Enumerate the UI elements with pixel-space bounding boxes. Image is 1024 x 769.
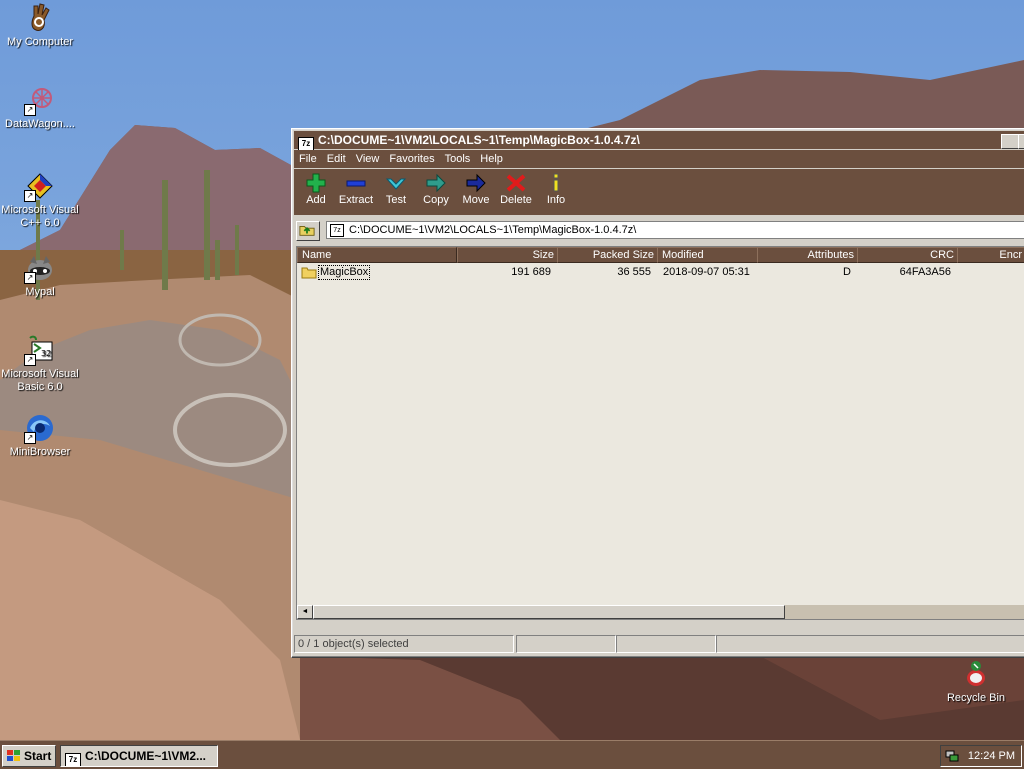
row-packed-size: 36 555 <box>617 266 651 278</box>
toolbar: Add Extract Test Copy Move Delete Info <box>294 169 1024 215</box>
mypal-icon: ↗ <box>24 252 56 284</box>
7z-app-icon: 7z <box>298 137 314 151</box>
copy-arrow-icon <box>426 173 446 193</box>
delete-x-icon <box>506 174 526 192</box>
datawagon-icon: ↗ <box>24 84 56 116</box>
shortcut-arrow-icon: ↗ <box>24 354 36 366</box>
column-crc[interactable]: CRC <box>857 247 959 263</box>
folder-icon <box>301 265 317 284</box>
row-name: MagicBox <box>318 265 371 280</box>
horizontal-scrollbar[interactable]: ◄ <box>297 605 1024 619</box>
scrollbar-thumb[interactable] <box>313 605 785 619</box>
visual-basic-icon: 32 ↗ <box>24 334 56 366</box>
title-bar[interactable]: 7z C:\DOCUME~1\VM2\LOCALS~1\Temp\MagicBox… <box>294 131 1024 151</box>
up-folder-icon <box>299 226 315 236</box>
column-header: Name Size Packed Size Modified Attribute… <box>297 247 1024 263</box>
7z-app-icon: 7z <box>65 753 81 766</box>
desktop-icon-mypal[interactable]: ↗ Mypal <box>0 252 80 299</box>
network-tray-icon[interactable] <box>945 749 959 763</box>
row-modified: 2018-09-07 05:31 <box>663 266 750 278</box>
file-list[interactable]: Name Size Packed Size Modified Attribute… <box>296 246 1024 620</box>
menu-bar: File Edit View Favorites Tools Help <box>294 150 1024 168</box>
column-name[interactable]: Name <box>297 247 457 263</box>
svg-text:32: 32 <box>41 349 51 358</box>
menu-edit[interactable]: Edit <box>322 153 351 165</box>
up-folder-button[interactable] <box>296 221 320 241</box>
menu-file[interactable]: File <box>294 153 322 165</box>
desktop-icon-my-computer[interactable]: My Computer <box>0 2 80 49</box>
address-bar: 7z C:\DOCUME~1\VM2\LOCALS~1\Temp\MagicBo… <box>294 219 1024 241</box>
shortcut-arrow-icon: ↗ <box>24 190 36 202</box>
column-size[interactable]: Size <box>457 247 559 263</box>
row-attributes: D <box>843 266 851 278</box>
recycle-bin-icon <box>960 658 992 690</box>
scroll-left-icon[interactable]: ◄ <box>297 605 313 619</box>
7z-archive-icon: 7z <box>330 224 344 237</box>
desktop-icon-visual-cpp[interactable]: ↗ Microsoft Visual C++ 6.0 <box>0 170 80 230</box>
column-encrypted[interactable]: Encr <box>957 247 1024 263</box>
extract-button[interactable]: Extract <box>336 173 376 206</box>
column-modified[interactable]: Modified <box>657 247 759 263</box>
menu-help[interactable]: Help <box>475 153 508 165</box>
desktop-icon-datawagon[interactable]: ↗ DataWagon.... <box>0 84 80 131</box>
copy-button[interactable]: Copy <box>416 173 456 206</box>
maximize-button[interactable] <box>1018 134 1024 149</box>
check-icon <box>385 178 407 190</box>
desktop-icon-minibrowser[interactable]: ↗ MiniBrowser <box>0 412 80 459</box>
desktop-icon-visual-basic[interactable]: 32 ↗ Microsoft Visual Basic 6.0 <box>0 334 80 394</box>
taskbar: Start 7z C:\DOCUME~1\VM2... 12:24 PM <box>0 740 1024 769</box>
shortcut-arrow-icon: ↗ <box>24 432 36 444</box>
minimize-button[interactable] <box>1001 134 1019 149</box>
status-panel-4 <box>716 635 1024 653</box>
window-title: C:\DOCUME~1\VM2\LOCALS~1\Temp\MagicBox-1… <box>318 133 640 147</box>
clock[interactable]: 12:24 PM <box>968 746 1015 766</box>
shortcut-arrow-icon: ↗ <box>24 104 36 116</box>
info-icon <box>553 173 559 192</box>
status-bar: 0 / 1 object(s) selected <box>294 635 1024 653</box>
file-manager-window: 7z C:\DOCUME~1\VM2\LOCALS~1\Temp\MagicBox… <box>291 128 1024 658</box>
status-panel-2 <box>516 635 616 653</box>
visual-cpp-icon: ↗ <box>24 170 56 202</box>
system-tray: 12:24 PM <box>940 745 1022 767</box>
address-input[interactable]: 7z C:\DOCUME~1\VM2\LOCALS~1\Temp\MagicBo… <box>326 221 1024 239</box>
minus-icon <box>346 180 366 187</box>
test-button[interactable]: Test <box>376 173 416 206</box>
start-button[interactable]: Start <box>2 745 56 767</box>
minibrowser-icon: ↗ <box>24 412 56 444</box>
menu-tools[interactable]: Tools <box>440 153 476 165</box>
plus-icon <box>306 173 326 193</box>
taskbar-window-button[interactable]: 7z C:\DOCUME~1\VM2... <box>60 745 218 767</box>
move-arrow-icon <box>466 173 486 193</box>
my-computer-icon <box>24 2 56 34</box>
desktop-icon-recycle-bin[interactable]: Recycle Bin <box>936 658 1016 705</box>
row-crc: 64FA3A56 <box>899 266 951 278</box>
add-button[interactable]: Add <box>296 173 336 206</box>
status-selection: 0 / 1 object(s) selected <box>294 635 514 653</box>
delete-button[interactable]: Delete <box>496 173 536 206</box>
menu-favorites[interactable]: Favorites <box>384 153 439 165</box>
table-row[interactable]: MagicBox 191 689 36 555 2018-09-07 05:31… <box>297 264 1024 280</box>
column-packed-size[interactable]: Packed Size <box>557 247 659 263</box>
row-size: 191 689 <box>511 266 551 278</box>
windows-flag-icon <box>7 750 20 761</box>
status-panel-3 <box>616 635 716 653</box>
column-attributes[interactable]: Attributes <box>757 247 859 263</box>
shortcut-arrow-icon: ↗ <box>24 272 36 284</box>
info-button[interactable]: Info <box>536 173 576 206</box>
move-button[interactable]: Move <box>456 173 496 206</box>
menu-view[interactable]: View <box>351 153 385 165</box>
